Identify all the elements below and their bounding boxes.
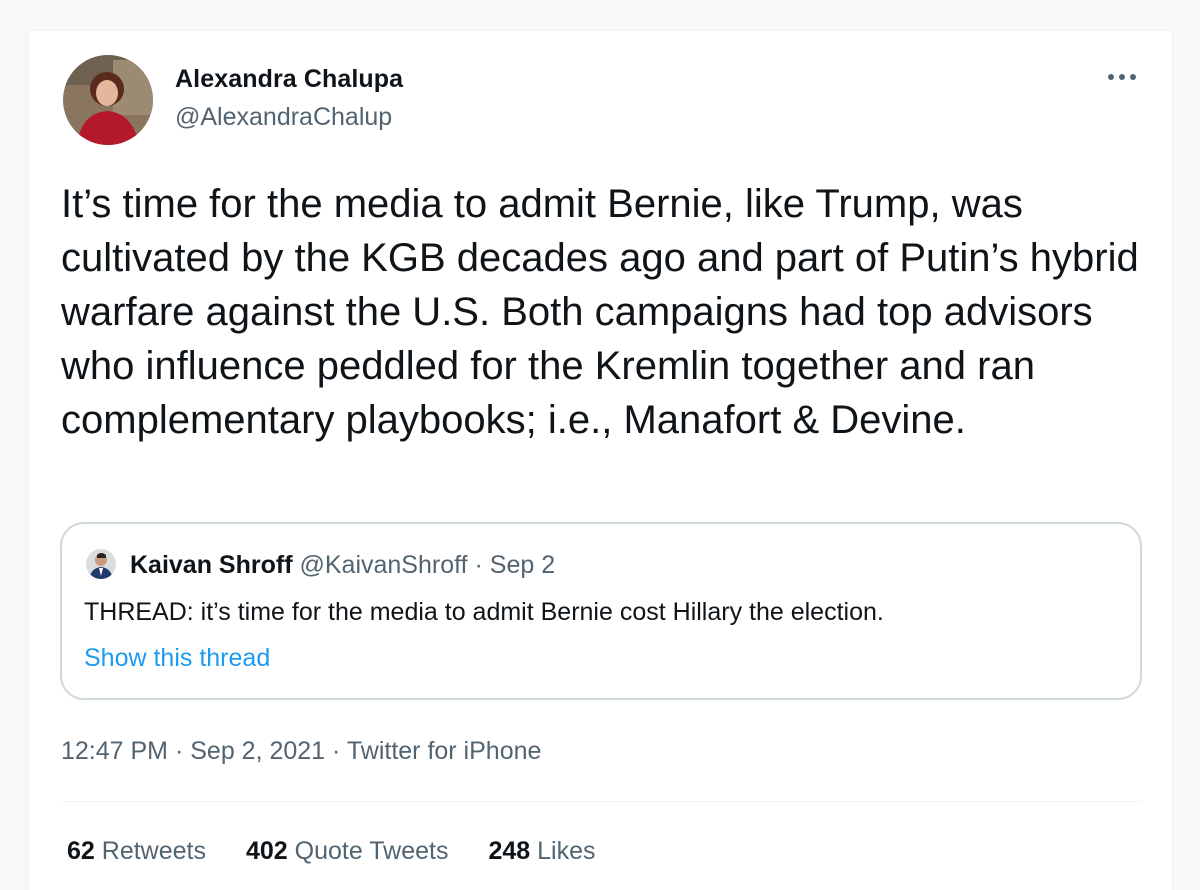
author-display-name[interactable]: Alexandra Chalupa [175, 65, 403, 94]
quoted-tweet[interactable]: Kaivan Shroff @KaivanShroff · Sep 2 THRE… [60, 522, 1142, 700]
show-thread-link[interactable]: Show this thread [84, 644, 270, 673]
divider [61, 801, 1142, 802]
quoted-header: Kaivan Shroff @KaivanShroff · Sep 2 [130, 551, 555, 580]
quote-tweets-count: 402 [245, 837, 288, 865]
tweet-date[interactable]: Sep 2, 2021 [190, 737, 325, 765]
tweet-source[interactable]: Twitter for iPhone [347, 737, 542, 765]
quoted-handle[interactable]: @KaivanShroff [299, 551, 467, 579]
retweets-count: 62 [67, 837, 95, 865]
likes-count: 248 [488, 837, 531, 865]
tweet-card: Alexandra Chalupa @AlexandraChalup It’s … [28, 30, 1173, 890]
metadata-separator: · [174, 737, 184, 765]
metadata-separator: · [332, 737, 341, 765]
quoted-separator: · [474, 551, 483, 579]
more-horizontal-icon [1107, 73, 1137, 81]
engagement-stats: 62 Retweets 402 Quote Tweets 248 Likes [67, 837, 596, 866]
quote-tweets-label: Quote Tweets [294, 837, 449, 865]
likes-stat[interactable]: 248 Likes [488, 837, 595, 866]
quoted-display-name[interactable]: Kaivan Shroff [130, 551, 293, 579]
tweet-time[interactable]: 12:47 PM [61, 737, 168, 765]
quoted-text: THREAD: it’s time for the media to admit… [84, 598, 884, 626]
quote-tweets-stat[interactable]: 402 Quote Tweets [246, 837, 448, 866]
retweets-stat[interactable]: 62 Retweets [67, 837, 206, 866]
likes-label: Likes [537, 837, 596, 865]
author-handle[interactable]: @AlexandraChalup [175, 103, 392, 132]
tweet-metadata: 12:47 PM · Sep 2, 2021 · Twitter for iPh… [61, 737, 541, 766]
tweet-text: It’s time for the media to admit Bernie,… [61, 182, 1139, 442]
more-options-button[interactable] [1102, 65, 1142, 89]
retweets-label: Retweets [101, 837, 206, 865]
author-avatar[interactable] [63, 55, 153, 145]
quoted-author-avatar[interactable] [86, 549, 116, 579]
quoted-date[interactable]: Sep 2 [490, 551, 555, 579]
